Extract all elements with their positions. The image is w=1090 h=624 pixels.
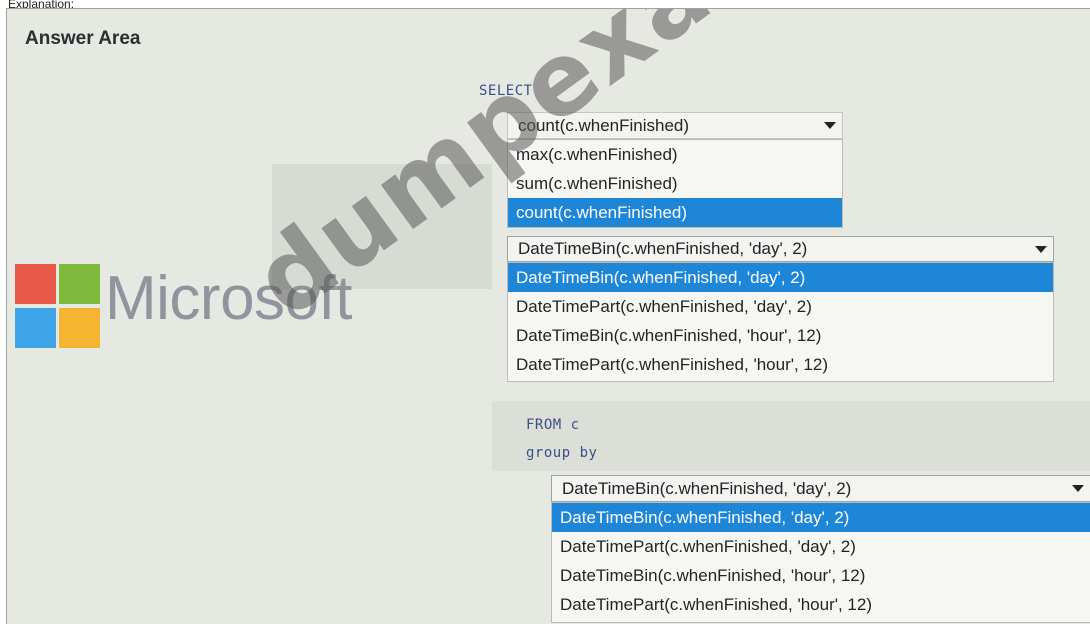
datetime-option[interactable]: DateTimeBin(c.whenFinished, 'hour', 12) (508, 321, 1053, 350)
aggregate-option-selected[interactable]: count(c.whenFinished) (508, 198, 842, 227)
chevron-down-icon[interactable] (818, 113, 842, 138)
logo-tile-yellow (59, 308, 100, 348)
aggregate-dropdown-value: count(c.whenFinished) (518, 115, 690, 135)
datetime-option[interactable]: DateTimePart(c.whenFinished, 'hour', 12) (508, 350, 1053, 379)
aggregate-option[interactable]: max(c.whenFinished) (508, 140, 842, 169)
group-by-option-selected[interactable]: DateTimeBin(c.whenFinished, 'day', 2) (552, 503, 1090, 532)
answer-area-frame: Answer Area Microsoft SELECT count(c.whe… (6, 8, 1090, 624)
group-by-option[interactable]: DateTimePart(c.whenFinished, 'day', 2) (552, 532, 1090, 561)
datetime-dropdown[interactable]: DateTimeBin(c.whenFinished, 'day', 2) Da… (507, 236, 1054, 384)
chevron-down-icon[interactable] (1029, 237, 1053, 261)
microsoft-logo-text: Microsoft (105, 264, 352, 333)
aggregate-options-list: max(c.whenFinished) sum(c.whenFinished) … (507, 139, 843, 228)
answer-area-title: Answer Area (25, 28, 141, 49)
logo-tile-red (15, 264, 56, 304)
aggregate-option[interactable]: sum(c.whenFinished) (508, 169, 842, 198)
aggregate-dropdown[interactable]: count(c.whenFinished) max(c.whenFinished… (507, 112, 843, 228)
datetime-dropdown-value: DateTimeBin(c.whenFinished, 'day', 2) (518, 239, 808, 258)
group-by-keyword: group by (526, 445, 598, 461)
datetime-option[interactable]: DateTimePart(c.whenFinished, 'day', 2) (508, 292, 1053, 321)
logo-tile-blue (15, 308, 56, 348)
from-keyword: FROM c (526, 417, 580, 433)
chevron-down-icon[interactable] (1066, 476, 1090, 501)
datetime-dropdown-header[interactable]: DateTimeBin(c.whenFinished, 'day', 2) (507, 236, 1054, 262)
datetime-options-list: DateTimeBin(c.whenFinished, 'day', 2) Da… (507, 262, 1054, 382)
group-by-dropdown[interactable]: DateTimeBin(c.whenFinished, 'day', 2) Da… (551, 475, 1090, 623)
group-by-option[interactable]: DateTimePart(c.whenFinished, 'hour', 12) (552, 590, 1090, 619)
microsoft-logo-icon (15, 264, 101, 348)
page-header-text: Explanation: (8, 0, 75, 8)
group-by-options-list: DateTimeBin(c.whenFinished, 'day', 2) Da… (551, 502, 1090, 623)
datetime-option-selected[interactable]: DateTimeBin(c.whenFinished, 'day', 2) (508, 263, 1053, 292)
select-keyword: SELECT (479, 83, 533, 99)
logo-tile-green (59, 264, 100, 304)
group-by-dropdown-header[interactable]: DateTimeBin(c.whenFinished, 'day', 2) (551, 475, 1090, 502)
aggregate-dropdown-header[interactable]: count(c.whenFinished) (507, 112, 843, 139)
group-by-dropdown-value: DateTimeBin(c.whenFinished, 'day', 2) (562, 478, 852, 498)
group-by-option[interactable]: DateTimeBin(c.whenFinished, 'hour', 12) (552, 561, 1090, 590)
